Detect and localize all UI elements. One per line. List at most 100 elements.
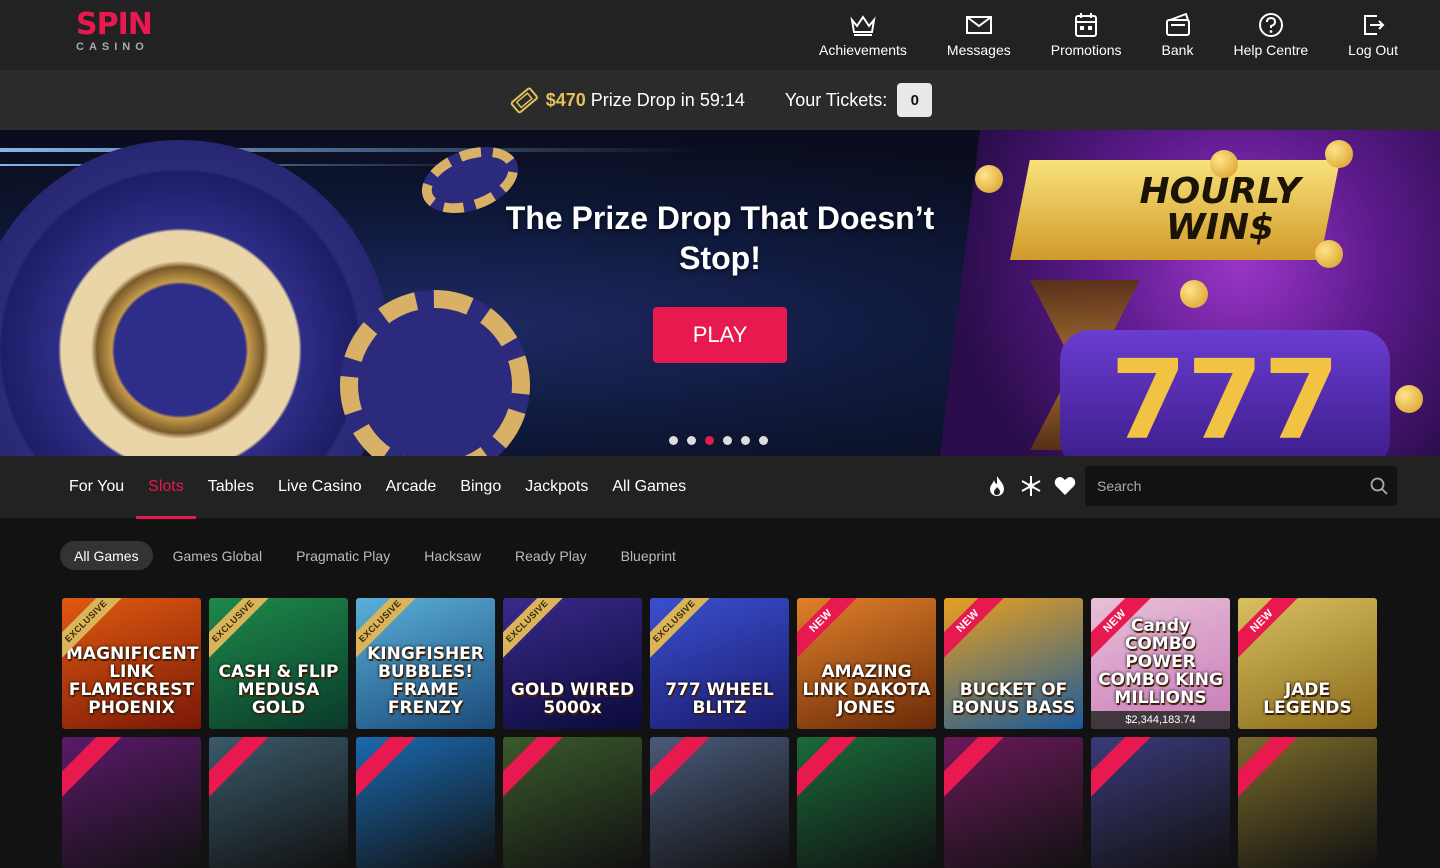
game-tile[interactable] (797, 737, 936, 868)
provider-pragmatic-play[interactable]: Pragmatic Play (282, 541, 404, 570)
provider-games-global[interactable]: Games Global (159, 541, 276, 570)
crown-icon (850, 15, 876, 36)
game-tile[interactable]: JADE LEGENDS NEW (1238, 598, 1377, 729)
exclusive-badge: EXCLUSIVE (209, 598, 275, 663)
coin-image (975, 165, 1003, 193)
logo-brand: SPIN (76, 7, 153, 42)
tickets-label: Your Tickets: (784, 89, 888, 110)
play-button[interactable]: PLAY (653, 307, 787, 363)
game-tile[interactable] (1238, 737, 1377, 868)
nav-promotions[interactable]: Promotions (1031, 0, 1142, 70)
carousel-dot[interactable] (705, 436, 714, 445)
game-title: 777 WHEEL BLITZ (665, 680, 774, 718)
light-streak (0, 148, 700, 152)
game-tile[interactable]: MAGNIFICENT LINK FLAMECREST PHOENIX EXCLU… (62, 598, 201, 729)
game-title: AMAZING LINK DAKOTA JONES (802, 662, 931, 718)
game-title: GOLD WIRED 5000x (510, 680, 635, 718)
new-badge: NEW (944, 598, 1010, 663)
fire-icon[interactable] (986, 474, 1008, 498)
search-icon[interactable] (1361, 466, 1397, 506)
game-tile[interactable]: KINGFISHER BUBBLES! FRAME FRENZY EXCLUSIV… (356, 598, 495, 729)
search-input[interactable] (1085, 466, 1361, 506)
search-box (1085, 466, 1397, 506)
prize-drop-countdown[interactable]: $470 Prize Drop in 59:14 (508, 84, 745, 116)
account-nav: Achievements Messages Promotions Bank He… (799, 0, 1418, 70)
game-tile[interactable]: CASH & FLIP MEDUSA GOLD EXCLUSIVE (209, 598, 348, 729)
coin-image (1180, 280, 1208, 308)
new-badge (209, 737, 275, 802)
game-tile[interactable] (1091, 737, 1230, 868)
tab-all-games[interactable]: All Games (600, 456, 698, 518)
nav-bank[interactable]: Bank (1142, 0, 1214, 70)
carousel-dot[interactable] (759, 436, 768, 445)
game-tile[interactable] (209, 737, 348, 868)
game-tile[interactable]: BUCKET OF BONUS BASS NEW (944, 598, 1083, 729)
nav-label: Messages (946, 42, 1011, 58)
game-tile[interactable] (356, 737, 495, 868)
question-icon (1258, 13, 1283, 37)
nav-log-out[interactable]: Log Out (1328, 0, 1418, 70)
game-tile[interactable] (62, 737, 201, 868)
prize-drop-bar: $470 Prize Drop in 59:14 Your Tickets: 0 (0, 70, 1440, 130)
provider-ready-play[interactable]: Ready Play (501, 541, 601, 570)
reel-sevens: 777 (1110, 336, 1340, 456)
nav-achievements[interactable]: Achievements (799, 0, 927, 70)
your-tickets: Your Tickets: 0 (784, 83, 933, 117)
heart-icon[interactable] (1054, 474, 1076, 498)
roulette-wheel-image (0, 140, 390, 456)
game-title: JADE LEGENDS (1263, 680, 1352, 718)
tab-arcade[interactable]: Arcade (374, 456, 449, 518)
new-badge (944, 737, 1010, 802)
game-tile[interactable] (650, 737, 789, 868)
carousel-dot[interactable] (687, 436, 696, 445)
carousel-dot[interactable] (723, 436, 732, 445)
tickets-count: 0 (897, 83, 933, 117)
tab-tables[interactable]: Tables (196, 456, 266, 518)
quick-filters (986, 474, 1076, 498)
game-title: CASH & FLIP MEDUSA GOLD (218, 662, 339, 718)
tab-bingo[interactable]: Bingo (448, 456, 513, 518)
logout-icon (1364, 15, 1385, 35)
game-tile[interactable]: GOLD WIRED 5000x EXCLUSIVE (503, 598, 642, 729)
tab-for-you[interactable]: For You (57, 456, 136, 518)
prize-drop-text: Prize Drop in 59:14 (590, 89, 745, 110)
tab-jackpots[interactable]: Jackpots (513, 456, 600, 518)
logo-sub: CASINO (76, 41, 149, 53)
coin-image (1395, 385, 1423, 413)
carousel-dot[interactable] (741, 436, 750, 445)
category-bar: For You Slots Tables Live Casino Arcade Bingo… (0, 456, 1440, 519)
new-badge (356, 737, 422, 802)
game-title: KINGFISHER BUBBLES! FRAME FRENZY (367, 644, 484, 718)
game-title: BUCKET OF BONUS BASS (951, 680, 1076, 718)
game-tile[interactable]: 777 WHEEL BLITZ EXCLUSIVE (650, 598, 789, 729)
carousel-dot[interactable] (669, 436, 678, 445)
jackpot-amount: $2,344,183.74 (1091, 711, 1230, 729)
hourly-wins-text: HOURLY WIN$ (1139, 171, 1301, 248)
game-tile[interactable] (503, 737, 642, 868)
tab-live-casino[interactable]: Live Casino (266, 456, 374, 518)
hero-title: The Prize Drop That Doesn’t Stop! (505, 200, 935, 276)
new-badge (797, 737, 863, 802)
nav-messages[interactable]: Messages (927, 0, 1031, 70)
spin-casino-logo[interactable]: SPIN CASINO (76, 10, 166, 60)
exclusive-badge: EXCLUSIVE (650, 598, 716, 663)
snowflake-icon[interactable] (1020, 474, 1042, 498)
new-badge (503, 737, 569, 802)
exclusive-badge: EXCLUSIVE (503, 598, 569, 663)
nav-label: Achievements (818, 42, 907, 58)
tab-slots[interactable]: Slots (136, 456, 196, 519)
provider-hacksaw[interactable]: Hacksaw (410, 541, 495, 570)
provider-blueprint[interactable]: Blueprint (607, 541, 690, 570)
hero-banner[interactable]: HOURLY WIN$ 777 The Prize Drop That Does… (0, 130, 1440, 456)
new-badge (1238, 737, 1304, 802)
new-badge: NEW (1238, 598, 1304, 663)
game-tile[interactable] (944, 737, 1083, 868)
provider-all-games[interactable]: All Games (60, 541, 153, 570)
calendar-icon (1075, 13, 1098, 37)
provider-filters: All Games Games Global Pragmatic Play Hacks… (60, 541, 690, 570)
game-tile[interactable]: AMAZING LINK DAKOTA JONES NEW (797, 598, 936, 729)
nav-help-centre[interactable]: Help Centre (1213, 0, 1328, 70)
game-tile[interactable]: Candy COMBO POWER COMBO KING MILLIONS NEW… (1091, 598, 1230, 729)
coin-image (1210, 150, 1238, 178)
carousel-dots (669, 436, 768, 445)
